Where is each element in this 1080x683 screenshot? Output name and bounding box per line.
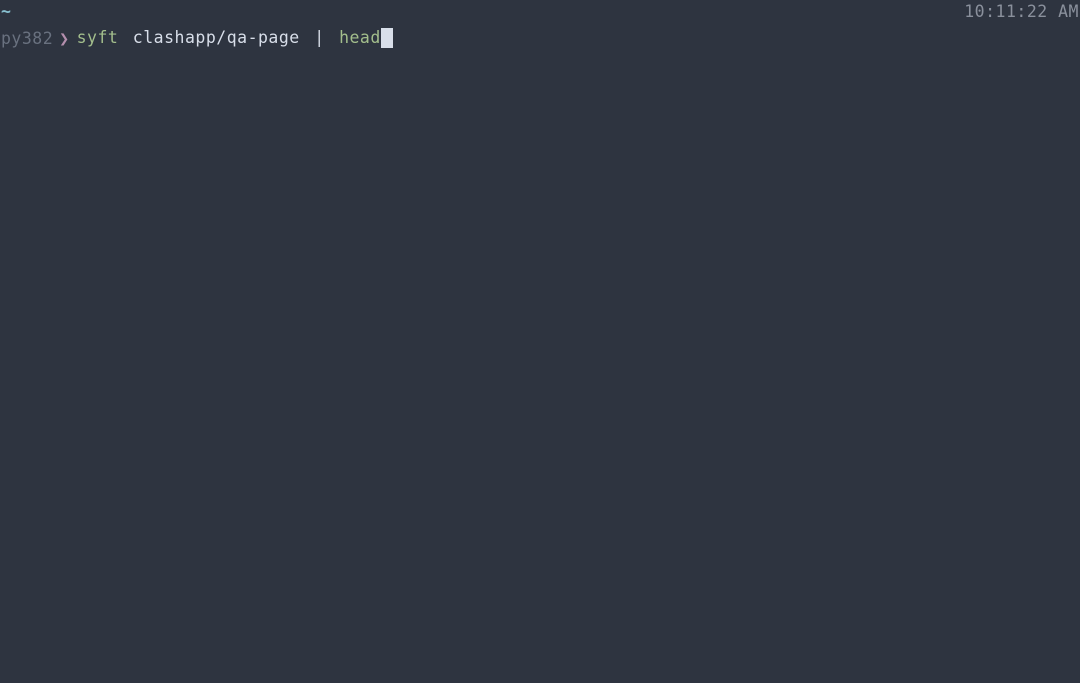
terminal-status-bar: ~ 10:11:22 AM: [0, 0, 1080, 22]
terminal-cursor: [381, 28, 393, 48]
python-env-label: py382: [1, 29, 53, 48]
prompt-arrow-icon: ❯: [59, 29, 69, 48]
command-token-head: head: [339, 28, 381, 47]
pipe-operator: |: [314, 28, 335, 47]
buffer-indicator: ~: [1, 2, 11, 21]
clock-time: 10:11:22 AM: [964, 2, 1079, 21]
command-arg-image: clashapp/qa-page: [133, 28, 300, 47]
command-input[interactable]: syft clashapp/qa-page | head: [77, 28, 393, 49]
command-token-syft: syft: [77, 28, 119, 47]
terminal-prompt-line[interactable]: py382 ❯ syft clashapp/qa-page | head: [0, 25, 1080, 51]
